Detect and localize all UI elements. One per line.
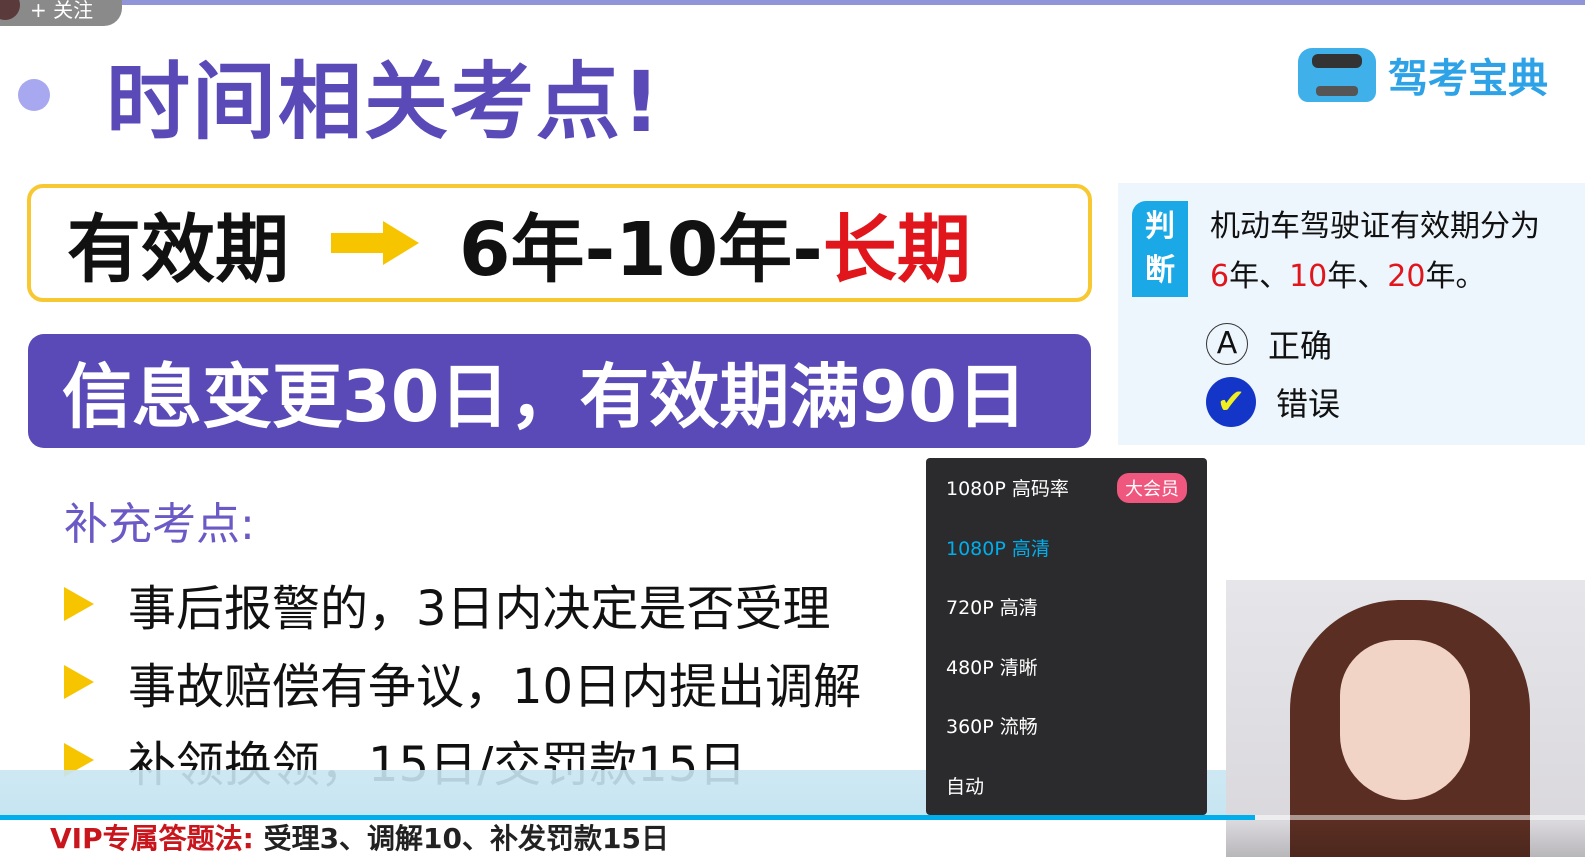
slide-title: 时间相关考点! xyxy=(106,53,663,151)
check-icon: ✔ xyxy=(1206,377,1256,427)
progress-fill xyxy=(0,815,1256,820)
arrow-right-icon xyxy=(331,221,421,265)
quality-1080p-high-bitrate[interactable]: 1080P 高码率 大会员 xyxy=(926,458,1207,518)
quality-auto[interactable]: 自动 xyxy=(926,756,1207,816)
quiz-card: 判断 机动车驾驶证有效期分为 6年、10年、20年。 A 正确 ✔ 错误 xyxy=(1118,183,1585,445)
quality-360p[interactable]: 360P 流畅 xyxy=(926,696,1207,756)
list-item: 事故赔偿有争议，10日内提出调解 xyxy=(64,643,861,721)
quality-480p[interactable]: 480P 清晰 xyxy=(926,637,1207,697)
vip-badge: 大会员 xyxy=(1117,472,1187,503)
supplement-title: 补充考点: xyxy=(64,499,255,550)
brand-logo: 驾考宝典 xyxy=(1298,46,1548,104)
bottom-shade xyxy=(1226,822,1585,857)
list-item: 事后报警的，3日内决定是否受理 xyxy=(64,565,861,643)
quiz-question-line2: 6年、10年、20年。 xyxy=(1210,259,1486,294)
quiz-option-b: ✔ 错误 xyxy=(1206,377,1340,427)
triangle-bullet-icon xyxy=(64,587,94,621)
triangle-bullet-icon xyxy=(64,665,94,699)
supplement-list: 事后报警的，3日内决定是否受理 事故赔偿有争议，10日内提出调解 补领换领，15… xyxy=(64,565,861,799)
top-bar xyxy=(0,0,1585,5)
quiz-tag: 判断 xyxy=(1132,201,1188,297)
validity-box: 有效期 6年-10年- 长期 xyxy=(27,184,1092,302)
quality-720p[interactable]: 720P 高清 xyxy=(926,577,1207,637)
quality-menu: 1080P 高码率 大会员 1080P 高清 720P 高清 480P 清晰 36… xyxy=(926,458,1207,815)
quiz-option-a: A 正确 xyxy=(1206,321,1332,367)
car-icon xyxy=(1298,48,1376,102)
progress-bar[interactable] xyxy=(0,815,1585,820)
bullet-dot xyxy=(18,79,50,111)
quality-1080p[interactable]: 1080P 高清 xyxy=(926,518,1207,578)
presenter-face xyxy=(1340,640,1470,800)
banner: 信息变更30日，有效期满90日 xyxy=(28,334,1091,448)
vip-tip: VIP专属答题法: 受理3、调解10、补发罚款15日 xyxy=(50,822,669,855)
